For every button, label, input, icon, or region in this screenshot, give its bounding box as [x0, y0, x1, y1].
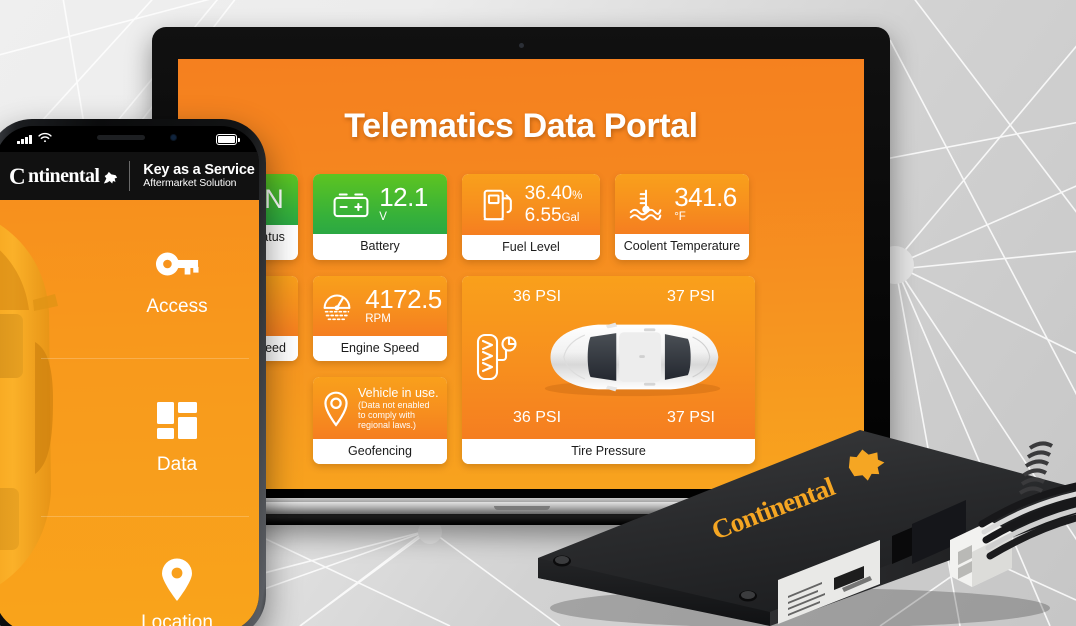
- tire-pressure-front-right: 37 PSI: [666, 288, 715, 305]
- continental-logo-text: ntinental: [28, 164, 100, 187]
- fuel-percent-unit: %: [572, 190, 583, 202]
- coolant-value-group: 341.6 °F: [674, 184, 737, 224]
- engine-speed-value: 4172.5: [365, 284, 442, 314]
- phone-brand-header: Cntinental Key as a Service Aftermarket …: [0, 152, 259, 200]
- fuel-volume-unit: Gal: [561, 212, 580, 224]
- card-label: Coolent Temperature: [615, 233, 749, 259]
- dashboard-grid: ON Engine Status: [194, 174, 848, 464]
- battery-icon: [332, 189, 370, 219]
- menu-item-location[interactable]: Location: [41, 516, 259, 626]
- geofencing-secondary-text: (Data not enabled to comply with regiona…: [358, 399, 430, 430]
- fuel-value-group: 36.40% 6.55Gal: [525, 184, 583, 225]
- coolant-temp-icon: [627, 187, 665, 221]
- menu-item-access[interactable]: Access: [95, 200, 259, 358]
- fuel-pump-icon: [480, 186, 516, 224]
- card-engine-speed[interactable]: 4172.5 RPM Engine Speed: [313, 276, 447, 361]
- battery-full-icon: [216, 133, 240, 145]
- tire-gauge-icon: [475, 330, 521, 389]
- tire-pressure-rear-right: 37 PSI: [666, 409, 715, 426]
- card-label: Battery: [313, 233, 447, 259]
- coolant-value: 341.6: [674, 182, 737, 212]
- rpm-value-group: 4172.5 RPM: [365, 286, 442, 326]
- phone-display: Cntinental Key as a Service Aftermarket …: [0, 126, 259, 626]
- coolant-unit: °F: [674, 211, 686, 223]
- fuel-volume-value: 6.55: [524, 205, 562, 226]
- continental-horse-icon: [102, 169, 119, 184]
- continental-logo: Cntinental: [0, 165, 119, 188]
- earpiece-speaker: [97, 135, 145, 140]
- map-pin-icon: [154, 557, 200, 603]
- phone-brand-title: Key as a Service: [143, 162, 255, 178]
- phone-main-menu: Access Data Location: [41, 200, 259, 626]
- card-fuel-level[interactable]: 36.40% 6.55Gal Fuel Level: [462, 174, 600, 260]
- menu-item-data[interactable]: Data: [41, 358, 259, 516]
- phone-brand-title-group: Key as a Service Aftermarket Solution: [143, 162, 254, 190]
- fuel-percent-value: 36.40: [524, 183, 573, 204]
- screenshot-stage: Telematics Data Portal ON: [0, 0, 1076, 626]
- geofencing-text: Vehicle in use. (Data not enabled to com…: [358, 386, 439, 430]
- card-label: Fuel Level: [462, 235, 600, 260]
- card-battery[interactable]: 12.1 V Battery: [313, 174, 447, 260]
- engine-speed-unit: RPM: [365, 313, 391, 325]
- card-label: Geofencing: [313, 438, 447, 464]
- smartphone-device: Cntinental Key as a Service Aftermarket …: [0, 119, 266, 626]
- dashboard-middle-column: 4172.5 RPM Engine Speed Vehicle in use. …: [313, 276, 447, 464]
- brand-divider: [129, 161, 131, 191]
- gauge-gear-icon: [318, 287, 356, 325]
- status-left-group: [17, 130, 52, 148]
- key-icon: [154, 241, 200, 287]
- vehicle-top-view-graphic: [544, 322, 721, 397]
- card-geofencing[interactable]: Vehicle in use. (Data not enabled to com…: [313, 376, 447, 464]
- grid-dashboard-icon: [154, 399, 200, 445]
- geofencing-primary-text: Vehicle in use.: [358, 385, 439, 400]
- tire-pressure-rear-left: 36 PSI: [513, 409, 562, 426]
- map-pin-icon: [321, 389, 351, 427]
- phone-brand-subtitle: Aftermarket Solution: [143, 177, 237, 190]
- battery-value-group: 12.1 V: [379, 184, 428, 224]
- menu-item-label: Access: [146, 295, 208, 317]
- front-camera-icon: [170, 134, 177, 141]
- tire-pressure-diagram: 36 PSI 37 PSI 36 PSI 37 PSI: [462, 276, 755, 439]
- telematics-portal-screen: Telematics Data Portal ON: [178, 59, 864, 489]
- laptop-webcam-icon: [518, 43, 524, 48]
- dashboard-row-1: ON Engine Status: [194, 174, 848, 260]
- menu-item-label: Data: [156, 453, 198, 475]
- battery-unit: V: [379, 211, 387, 223]
- tire-pressure-front-left: 36 PSI: [513, 288, 562, 305]
- signal-bars-icon: [17, 134, 32, 144]
- card-coolant-temperature[interactable]: 341.6 °F Coolent Temperature: [615, 174, 749, 260]
- battery-value: 12.1: [379, 182, 428, 212]
- menu-item-label: Location: [141, 611, 213, 626]
- page-title: Telematics Data Portal: [344, 107, 698, 145]
- telematics-control-unit: Continental: [538, 430, 1076, 626]
- phone-app-screen: Access Data Location: [0, 200, 259, 626]
- fuel-percent-line: 36.40%: [525, 184, 583, 203]
- fuel-volume-line: 6.55Gal: [525, 206, 583, 225]
- phone-notch: [61, 126, 193, 152]
- wifi-icon: [37, 130, 52, 148]
- card-label: Engine Speed: [313, 335, 447, 361]
